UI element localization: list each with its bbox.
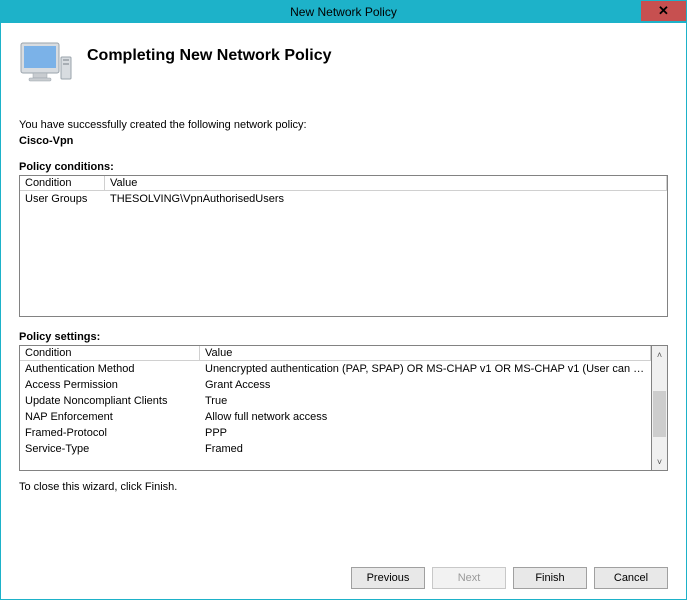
intro-text: You have successfully created the follow… (19, 119, 668, 131)
setting-value-cell: Grant Access (200, 378, 651, 392)
button-row: Previous Next Finish Cancel (19, 555, 668, 589)
close-icon: ✕ (658, 3, 669, 19)
table-row[interactable]: User Groups THESOLVING\VpnAuthorisedUser… (20, 191, 667, 207)
previous-button[interactable]: Previous (351, 567, 425, 589)
scroll-down-arrow-icon[interactable]: ˅ (652, 453, 667, 470)
settings-table: Condition Value Authentication Method Un… (19, 345, 651, 471)
conditions-label: Policy conditions: (19, 161, 668, 173)
settings-label: Policy settings: (19, 331, 668, 343)
condition-cell: User Groups (20, 192, 105, 206)
value-cell: THESOLVING\VpnAuthorisedUsers (105, 192, 667, 206)
titlebar: New Network Policy ✕ (1, 1, 686, 23)
table-row[interactable]: Service-Type Framed (20, 441, 651, 457)
setting-value-cell: PPP (200, 426, 651, 440)
close-hint: To close this wizard, click Finish. (19, 481, 668, 493)
settings-header-condition[interactable]: Condition (20, 346, 200, 361)
page-title: Completing New Network Policy (87, 47, 331, 65)
settings-scrollbar[interactable]: ˄ ˅ (651, 345, 668, 471)
setting-cell: NAP Enforcement (20, 410, 200, 424)
table-row[interactable]: Update Noncompliant Clients True (20, 393, 651, 409)
setting-value-cell: Unencrypted authentication (PAP, SPAP) O… (200, 362, 651, 376)
table-row[interactable]: NAP Enforcement Allow full network acces… (20, 409, 651, 425)
scroll-up-arrow-icon[interactable]: ˄ (652, 346, 667, 363)
setting-value-cell: True (200, 394, 651, 408)
table-row[interactable]: Framed-Protocol PPP (20, 425, 651, 441)
wizard-window: New Network Policy ✕ Completing New Netw… (0, 0, 687, 600)
table-row[interactable]: Access Permission Grant Access (20, 377, 651, 393)
conditions-header-value[interactable]: Value (105, 176, 667, 191)
scroll-track[interactable] (652, 363, 667, 453)
scroll-thumb[interactable] (653, 391, 666, 437)
setting-cell: Update Noncompliant Clients (20, 394, 200, 408)
conditions-headers: Condition Value (20, 176, 667, 191)
content-area: Completing New Network Policy You have s… (1, 23, 686, 599)
setting-cell: Framed-Protocol (20, 426, 200, 440)
policy-name: Cisco-Vpn (19, 135, 668, 147)
setting-cell: Authentication Method (20, 362, 200, 376)
conditions-table: Condition Value User Groups THESOLVING\V… (19, 175, 668, 317)
next-button: Next (432, 567, 506, 589)
setting-value-cell: Allow full network access (200, 410, 651, 424)
table-row[interactable]: Authentication Method Unencrypted authen… (20, 361, 651, 377)
window-title: New Network Policy (290, 5, 397, 19)
settings-header-value[interactable]: Value (200, 346, 651, 361)
setting-cell: Access Permission (20, 378, 200, 392)
header-row: Completing New Network Policy (19, 39, 668, 89)
settings-headers: Condition Value (20, 346, 651, 361)
finish-button[interactable]: Finish (513, 567, 587, 589)
monitor-icon (19, 39, 73, 89)
cancel-button[interactable]: Cancel (594, 567, 668, 589)
conditions-header-condition[interactable]: Condition (20, 176, 105, 191)
setting-value-cell: Framed (200, 442, 651, 456)
close-button[interactable]: ✕ (641, 1, 686, 21)
setting-cell: Service-Type (20, 442, 200, 456)
settings-wrap: Condition Value Authentication Method Un… (19, 345, 668, 471)
